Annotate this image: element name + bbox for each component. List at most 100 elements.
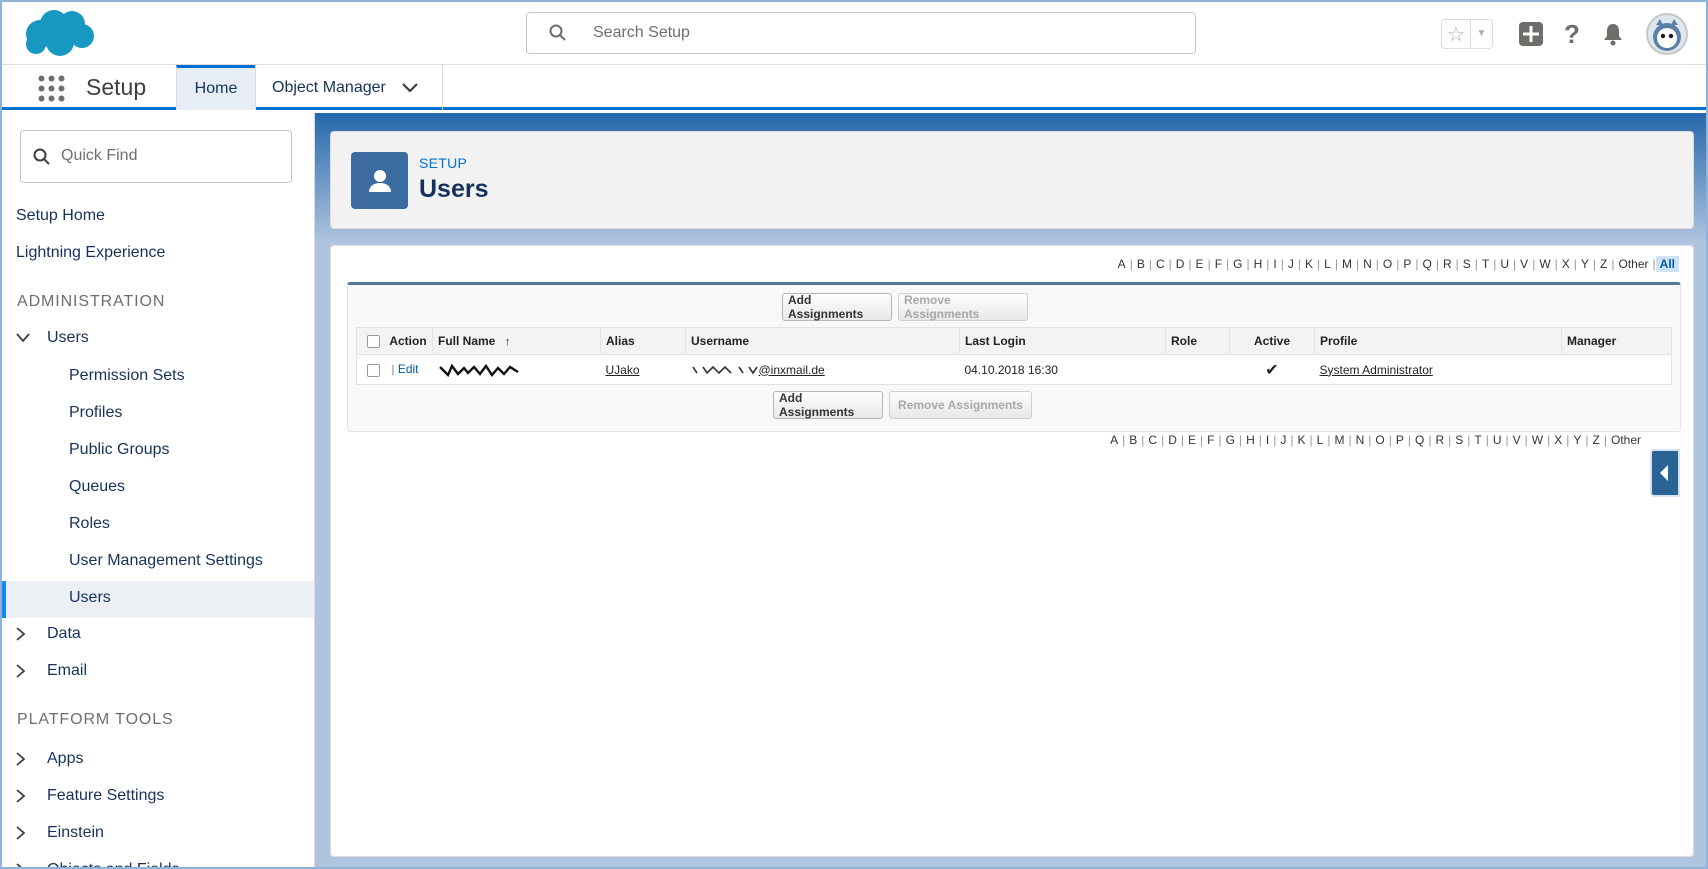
- alpha-top-letter-u[interactable]: U: [1496, 257, 1513, 271]
- nav-group-data[interactable]: Data: [16, 625, 81, 643]
- alpha-top-letter-b[interactable]: B: [1133, 257, 1149, 271]
- alpha-bottom-letter-v[interactable]: V: [1509, 433, 1525, 447]
- alpha-bottom-letter-other[interactable]: Other: [1607, 433, 1645, 447]
- chevron-down-icon[interactable]: [402, 82, 418, 93]
- cell-username[interactable]: @inxmail.de: [686, 355, 960, 385]
- username-link[interactable]: @inxmail.de: [759, 363, 825, 377]
- alpha-bottom-letter-j[interactable]: J: [1276, 433, 1290, 447]
- col-alias[interactable]: Alias: [600, 327, 686, 355]
- col-username[interactable]: Username: [685, 327, 960, 355]
- alpha-top-letter-z[interactable]: Z: [1596, 257, 1611, 271]
- alias-link[interactable]: UJako: [606, 363, 640, 377]
- chevron-right-icon[interactable]: [16, 664, 26, 678]
- alpha-bottom-letter-x[interactable]: X: [1550, 433, 1566, 447]
- alpha-bottom-letter-y[interactable]: Y: [1569, 433, 1585, 447]
- app-launcher-icon[interactable]: [38, 75, 65, 102]
- col-full-name[interactable]: Full Name ↑: [432, 327, 601, 355]
- alpha-top-letter-x[interactable]: X: [1558, 257, 1574, 271]
- alpha-bottom-letter-i[interactable]: I: [1262, 433, 1273, 447]
- alpha-top-letter-f[interactable]: F: [1211, 257, 1226, 271]
- alpha-top-letter-e[interactable]: E: [1192, 257, 1208, 271]
- alpha-bottom-letter-g[interactable]: G: [1222, 433, 1239, 447]
- add-assignments-button-bottom[interactable]: Add Assignments: [773, 391, 883, 419]
- add-assignments-button[interactable]: Add Assignments: [782, 293, 892, 321]
- alpha-bottom-letter-k[interactable]: K: [1293, 433, 1309, 447]
- nav-roles[interactable]: Roles: [69, 515, 110, 533]
- alpha-top-letter-a[interactable]: A: [1114, 257, 1130, 271]
- nav-group-apps[interactable]: Apps: [16, 750, 83, 768]
- cell-profile[interactable]: System Administrator: [1315, 355, 1562, 385]
- star-icon[interactable]: ☆: [1442, 22, 1470, 47]
- cell-alias[interactable]: UJako: [601, 355, 686, 385]
- col-profile[interactable]: Profile: [1314, 327, 1562, 355]
- alpha-top-letter-l[interactable]: L: [1320, 257, 1335, 271]
- chevron-right-icon[interactable]: [16, 789, 26, 803]
- chevron-right-icon[interactable]: [16, 863, 26, 869]
- favorites-button[interactable]: ☆ ▼: [1441, 19, 1493, 49]
- alpha-top-letter-r[interactable]: R: [1439, 257, 1456, 271]
- alpha-bottom-letter-c[interactable]: C: [1144, 433, 1161, 447]
- chevron-left-icon[interactable]: [1652, 451, 1678, 495]
- col-role[interactable]: Role: [1165, 327, 1230, 355]
- alpha-top-letter-h[interactable]: H: [1250, 257, 1267, 271]
- col-manager[interactable]: Manager: [1561, 327, 1672, 355]
- alpha-top-letter-w[interactable]: W: [1535, 257, 1554, 271]
- alpha-bottom-letter-m[interactable]: M: [1330, 433, 1348, 447]
- nav-group-feature-settings[interactable]: Feature Settings: [16, 787, 164, 805]
- edit-link[interactable]: Edit: [398, 362, 419, 376]
- select-all-checkbox[interactable]: [367, 335, 380, 349]
- alpha-top-letter-i[interactable]: I: [1269, 257, 1280, 271]
- alpha-bottom-letter-s[interactable]: S: [1451, 433, 1467, 447]
- col-active[interactable]: Active: [1229, 327, 1315, 355]
- alpha-top-letter-t[interactable]: T: [1478, 257, 1493, 271]
- plus-icon[interactable]: [1517, 20, 1545, 48]
- alpha-bottom-letter-h[interactable]: H: [1242, 433, 1259, 447]
- alpha-bottom-letter-p[interactable]: P: [1392, 433, 1408, 447]
- alpha-bottom-letter-l[interactable]: L: [1313, 433, 1328, 447]
- nav-group-objects-and-fields[interactable]: Objects and Fields: [16, 861, 180, 869]
- alpha-bottom-letter-f[interactable]: F: [1203, 433, 1218, 447]
- alpha-bottom-letter-e[interactable]: E: [1184, 433, 1200, 447]
- bell-icon[interactable]: [1599, 20, 1627, 48]
- nav-queues[interactable]: Queues: [69, 478, 125, 496]
- alpha-top-letter-q[interactable]: Q: [1419, 257, 1436, 271]
- row-checkbox[interactable]: [367, 363, 380, 377]
- alpha-top-letter-other[interactable]: Other: [1615, 257, 1653, 271]
- alpha-top-letter-v[interactable]: V: [1516, 257, 1532, 271]
- remove-assignments-button[interactable]: Remove Assignments: [898, 293, 1028, 321]
- help-icon[interactable]: ?: [1558, 19, 1586, 49]
- alpha-bottom-letter-b[interactable]: B: [1125, 433, 1141, 447]
- alpha-bottom-letter-w[interactable]: W: [1528, 433, 1547, 447]
- nav-public-groups[interactable]: Public Groups: [69, 441, 170, 459]
- remove-assignments-button-bottom[interactable]: Remove Assignments: [889, 391, 1032, 419]
- nav-group-users[interactable]: Users: [16, 329, 89, 347]
- alpha-top-letter-j[interactable]: J: [1284, 257, 1298, 271]
- nav-permission-sets[interactable]: Permission Sets: [69, 367, 185, 385]
- nav-user-management-settings[interactable]: User Management Settings: [69, 552, 263, 570]
- alpha-bottom-letter-z[interactable]: Z: [1589, 433, 1604, 447]
- chevron-right-icon[interactable]: [16, 627, 26, 641]
- nav-lightning-experience[interactable]: Lightning Experience: [16, 244, 165, 262]
- alpha-top-letter-p[interactable]: P: [1399, 257, 1415, 271]
- nav-setup-home[interactable]: Setup Home: [16, 207, 105, 225]
- profile-link[interactable]: System Administrator: [1320, 363, 1433, 377]
- alpha-bottom-letter-r[interactable]: R: [1431, 433, 1448, 447]
- alpha-top-letter-y[interactable]: Y: [1577, 257, 1593, 271]
- alpha-top-letter-o[interactable]: O: [1379, 257, 1396, 271]
- chevron-right-icon[interactable]: [16, 826, 26, 840]
- alpha-top-letter-all[interactable]: All: [1655, 256, 1679, 272]
- setup-search-input[interactable]: Search Setup: [526, 12, 1196, 54]
- tab-home[interactable]: Home: [176, 65, 255, 110]
- col-last-login[interactable]: Last Login: [959, 327, 1166, 355]
- alpha-top-letter-d[interactable]: D: [1172, 257, 1189, 271]
- nav-profiles[interactable]: Profiles: [69, 404, 122, 422]
- quick-find-input[interactable]: Quick Find: [20, 130, 292, 183]
- nav-users[interactable]: Users: [69, 589, 111, 607]
- nav-group-einstein[interactable]: Einstein: [16, 824, 104, 842]
- chevron-down-icon[interactable]: [16, 333, 30, 343]
- alpha-bottom-letter-d[interactable]: D: [1164, 433, 1181, 447]
- salesforce-logo[interactable]: [20, 8, 96, 58]
- chevron-down-icon[interactable]: ▼: [1470, 20, 1492, 48]
- alpha-top-letter-c[interactable]: C: [1152, 257, 1169, 271]
- nav-group-email[interactable]: Email: [16, 662, 87, 680]
